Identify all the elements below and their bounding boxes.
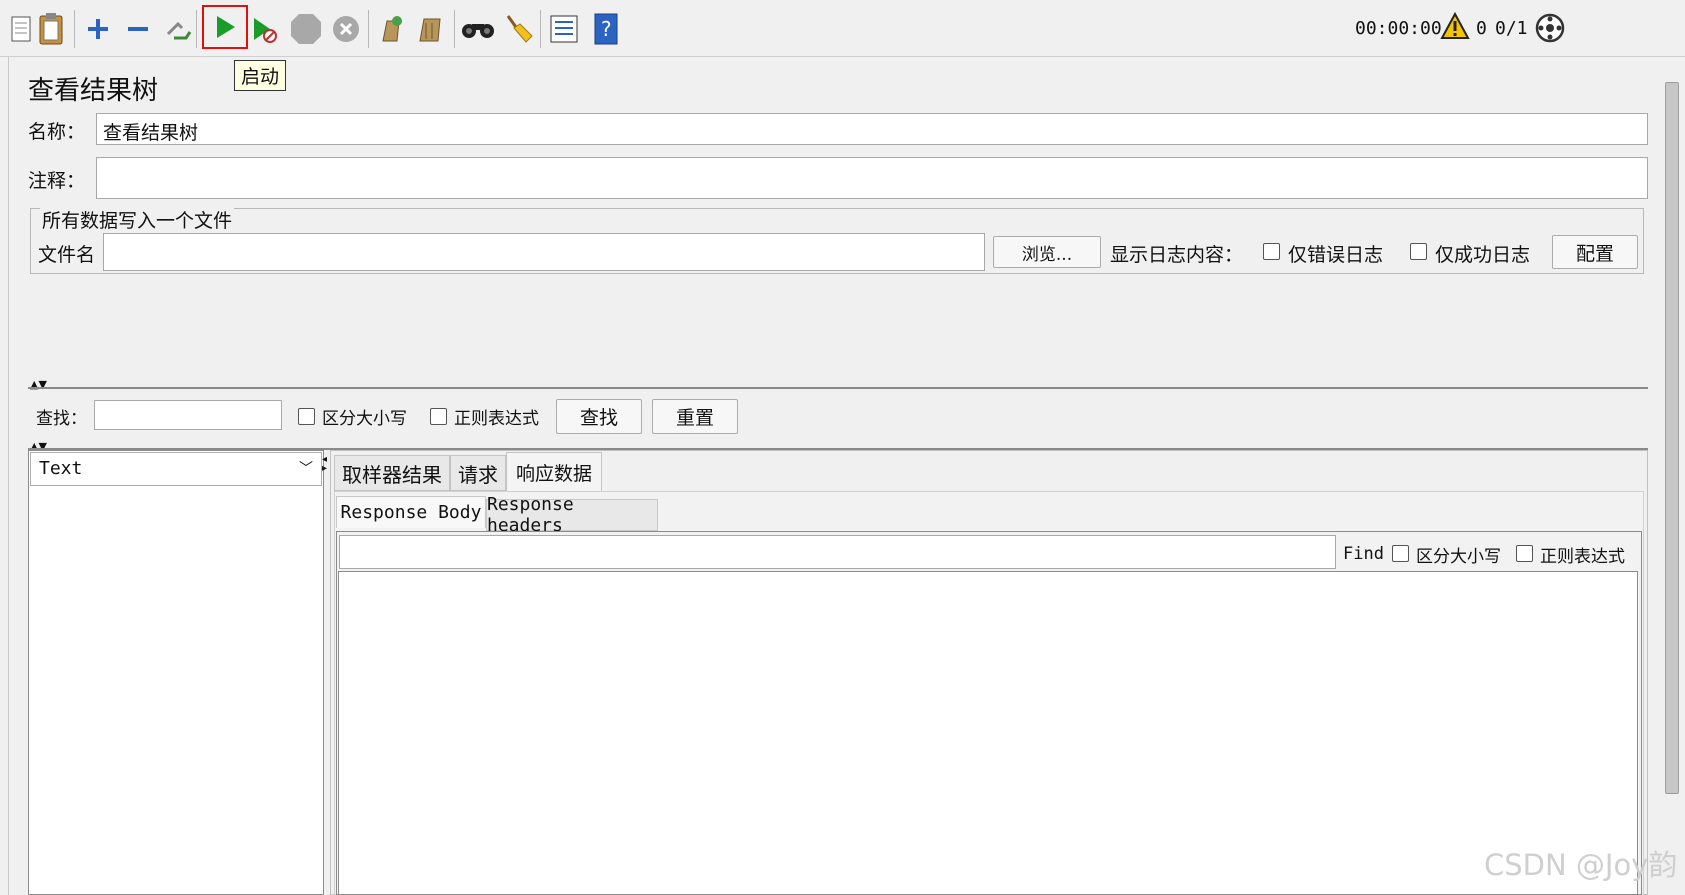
- elapsed-timer: 00:00:00: [1355, 18, 1442, 39]
- toolbar-separator: [74, 10, 75, 48]
- stop-icon[interactable]: [286, 8, 326, 50]
- tab-request[interactable]: 请求: [450, 455, 506, 491]
- response-regex-label: 正则表达式: [1540, 547, 1625, 567]
- success-only-label: 仅成功日志: [1435, 244, 1531, 266]
- toolbar-separator: [454, 10, 455, 48]
- tab-response-data[interactable]: 响应数据: [506, 452, 602, 492]
- response-regex-checkbox[interactable]: [1516, 545, 1533, 562]
- reset-button[interactable]: 重置: [652, 399, 738, 434]
- filename-field[interactable]: [103, 233, 985, 271]
- name-label: 名称：: [28, 121, 86, 143]
- tree-divider: [8, 57, 9, 895]
- toolbar-separator: [368, 10, 369, 48]
- log-content-label: 显示日志内容：: [1110, 244, 1244, 266]
- chevron-down-icon[interactable]: ﹀: [299, 458, 313, 478]
- split-arrows[interactable]: ◂ ▸: [322, 455, 327, 474]
- toggle-icon[interactable]: [158, 8, 198, 50]
- tab-response-body[interactable]: Response Body: [336, 496, 486, 528]
- warning-count: 0: [1476, 18, 1487, 39]
- search-input[interactable]: [94, 400, 282, 430]
- remote-icon[interactable]: [1534, 12, 1566, 49]
- start-tooltip: 启动: [234, 60, 287, 91]
- response-body-text-area[interactable]: [338, 571, 1638, 895]
- response-case-checkbox[interactable]: [1392, 545, 1409, 562]
- shutdown-icon[interactable]: [326, 8, 366, 50]
- clear-icon[interactable]: [370, 8, 410, 50]
- toolbar-separator: [196, 10, 197, 48]
- thread-count: 0/1: [1495, 18, 1528, 39]
- toolbar: ? 00:00:00 0 0/1: [0, 0, 1685, 57]
- configure-button[interactable]: 配置: [1552, 235, 1638, 269]
- paste-icon[interactable]: [30, 8, 70, 50]
- write-to-file-legend: 所有数据写入一个文件: [40, 206, 235, 233]
- errors-only-label: 仅错误日志: [1288, 244, 1384, 266]
- watermark: CSDN @Joy韵: [1484, 848, 1678, 882]
- search-regex-label: 正则表达式: [454, 409, 539, 429]
- splitter-line[interactable]: [28, 387, 1648, 389]
- name-field[interactable]: 查看结果树: [96, 113, 1648, 145]
- start-icon[interactable]: [202, 5, 248, 49]
- search-regex-checkbox[interactable]: [430, 408, 447, 425]
- comment-label: 注释：: [28, 170, 86, 192]
- start-no-pause-icon[interactable]: [244, 8, 284, 50]
- scrollbar-thumb[interactable]: [1665, 82, 1679, 794]
- success-only-checkbox[interactable]: [1410, 243, 1427, 260]
- browse-button[interactable]: 浏览...: [993, 236, 1101, 268]
- panel-title: 查看结果树: [28, 76, 159, 106]
- svg-text:?: ?: [601, 17, 612, 41]
- filename-label: 文件名: [38, 244, 96, 266]
- errors-only-checkbox[interactable]: [1263, 243, 1280, 260]
- renderer-selected-value: Text: [39, 458, 83, 479]
- clear-all-icon[interactable]: [410, 8, 450, 50]
- remove-icon[interactable]: [118, 8, 158, 50]
- tab-response-headers[interactable]: Response headers: [486, 494, 658, 536]
- search-case-label: 区分大小写: [322, 409, 407, 429]
- warning-icon[interactable]: [1440, 11, 1470, 45]
- tab-sampler-result[interactable]: 取样器结果: [334, 455, 450, 491]
- search-binoculars-icon[interactable]: [458, 8, 498, 50]
- toolbar-separator: [540, 10, 541, 48]
- function-helper-icon[interactable]: [544, 8, 584, 50]
- help-icon[interactable]: ?: [586, 8, 626, 50]
- comment-field[interactable]: [96, 157, 1648, 199]
- search-label: 查找：: [36, 409, 87, 429]
- response-case-label: 区分大小写: [1416, 547, 1501, 567]
- reset-broom-icon[interactable]: [498, 8, 538, 50]
- response-find-input[interactable]: [339, 535, 1336, 569]
- renderer-select[interactable]: Text ﹀: [30, 452, 322, 486]
- sample-result-list[interactable]: [28, 450, 324, 895]
- add-icon[interactable]: [78, 8, 118, 50]
- response-find-label: Find: [1343, 544, 1384, 564]
- search-case-checkbox[interactable]: [298, 408, 315, 425]
- find-button[interactable]: 查找: [556, 399, 642, 434]
